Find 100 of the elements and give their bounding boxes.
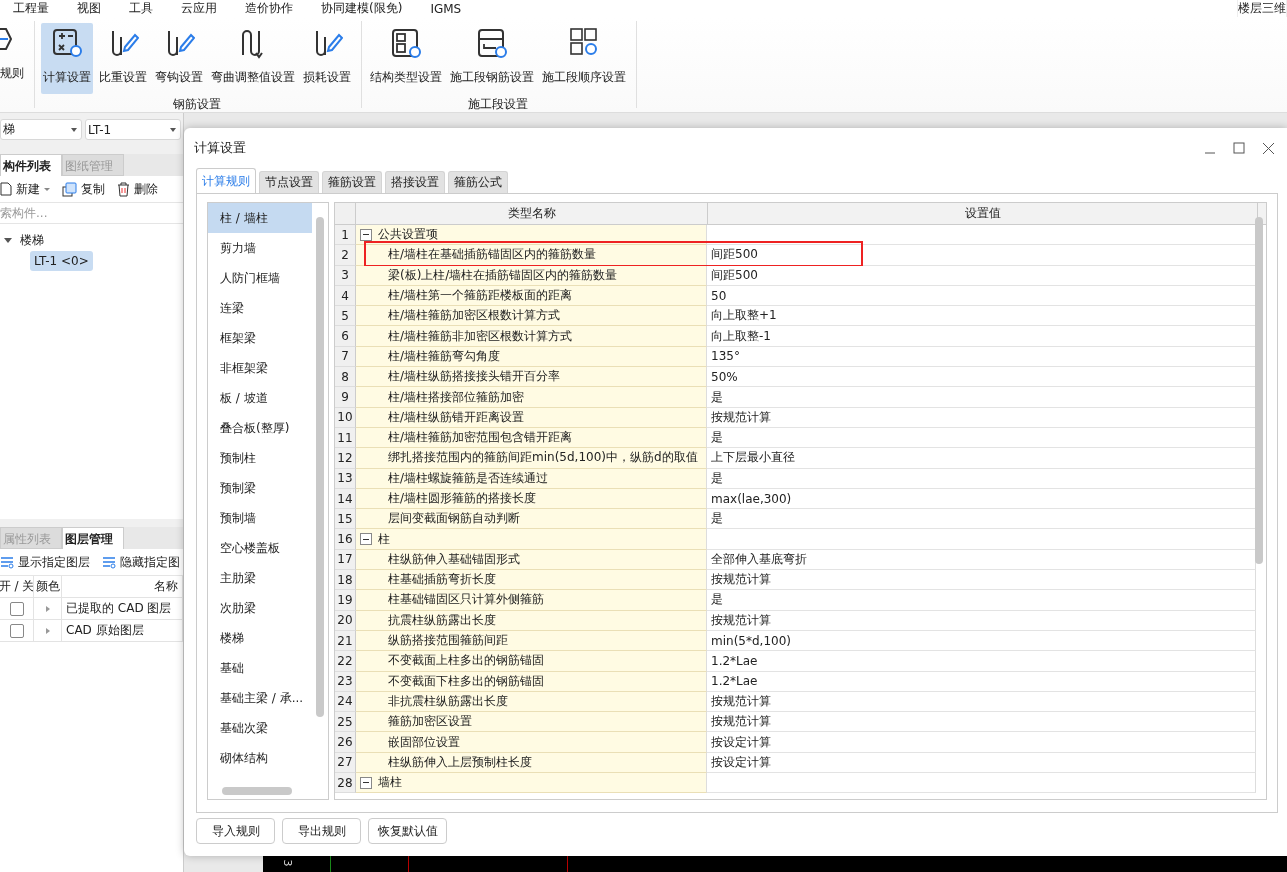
row-number: 5 [335,306,356,327]
canvas[interactable]: 3 [263,856,1287,872]
dialog-button[interactable]: 恢复默认值 [368,818,447,844]
list-item[interactable]: 主肋梁 [208,563,312,593]
toolbar-button[interactable]: 删除 [117,180,158,198]
row-number: 25 [335,712,356,733]
dropdown[interactable]: 梯 [0,119,82,140]
list-item[interactable]: 基础次梁 [208,713,312,743]
tree-item[interactable]: LT-1 <0> [30,251,93,271]
toolbar-label[interactable]: 楼层三维 [1237,0,1287,18]
row-number: 11 [335,427,356,449]
table-cell: 间距500 [707,265,1256,286]
table-cell: min(5*d,100) [707,630,1256,652]
scrollbar[interactable] [222,787,292,795]
panel-tab[interactable]: 构件列表 [0,154,62,176]
menu-item[interactable]: 协同建模(限免) [321,0,403,17]
table-cell: 柱/墙柱箍筋弯勾角度 [356,346,707,368]
table-cell: 柱纵筋伸入基础锚固形式 [356,549,707,571]
column-header: 名称 [62,576,183,597]
caret-icon [71,127,77,132]
table-cell: 1.2*Lae [707,651,1256,672]
list-item[interactable]: 连梁 [208,293,312,323]
row-number: 7 [335,346,356,368]
dropdown[interactable]: LT-1 [85,119,181,140]
list-item[interactable]: 框架梁 [208,323,312,353]
checkbox[interactable] [9,601,24,616]
table-cell: 1.2*Lae [707,671,1256,692]
tree-item[interactable]: 楼梯 [16,228,48,252]
menu-item[interactable]: 造价协作 [245,0,293,17]
expand-arrow-icon[interactable] [4,237,12,243]
tab[interactable]: 节点设置 [259,171,319,193]
list-item[interactable]: 人防门框墙 [208,263,312,293]
column-header: 颜色 [34,576,62,597]
scrollbar[interactable] [316,217,324,717]
toolbar-button[interactable]: 隐藏指定图 [102,553,180,571]
ribbon-button[interactable]: 结构类型设置 [368,23,444,94]
tab[interactable]: 计算规则 [196,168,256,193]
row-number: 26 [335,732,356,753]
list-item[interactable]: 柱 / 墙柱 [208,203,312,233]
table-cell: 柱纵筋伸入上层预制柱长度 [356,752,707,773]
row-number: 9 [335,387,356,408]
list-item[interactable]: 预制墙 [208,503,312,533]
toolbar-button[interactable]: 复制 [62,180,105,198]
menu-item[interactable]: 工程量 [13,0,49,17]
checkbox[interactable] [9,623,24,638]
row-number: 14 [335,488,356,510]
ribbon-button[interactable]: 比重设置 [97,23,149,94]
table-cell: 柱/墙柱箍筋非加密区根数计算方式 [356,326,707,347]
menu-item[interactable]: 云应用 [181,0,217,17]
table-cell: 梁(板)上柱/墙柱在插筋锚固区内的箍筋数量 [356,265,707,286]
row-number: 13 [335,468,356,489]
list-item[interactable]: 剪力墙 [208,233,312,263]
ribbon-button[interactable]: 损耗设置 [301,23,353,94]
row-number: 6 [335,326,356,347]
list-item[interactable]: 叠合板(整厚) [208,413,312,443]
list-item[interactable]: 预制柱 [208,443,312,473]
list-item[interactable]: 板 / 坡道 [208,383,312,413]
column-header: 类型名称 [356,203,708,224]
row-number: 17 [335,549,356,571]
list-item[interactable]: 基础主梁 / 承... [208,683,312,713]
collapse-toggle[interactable] [360,228,372,241]
row-number: 23 [335,671,356,692]
ribbon-button[interactable]: 施工段顺序设置 [540,23,628,94]
list-item[interactable]: 空心楼盖板 [208,533,312,563]
list-item[interactable]: 次肋梁 [208,593,312,623]
maximize-icon[interactable] [1233,142,1245,154]
ribbon-button[interactable]: 弯钩设置 [153,23,205,94]
group-label: 墙柱 [378,774,402,792]
trash-icon [117,181,130,197]
list-item[interactable]: 预制梁 [208,473,312,503]
toolbar-button[interactable]: 显示指定图层 [0,553,90,571]
menu-item[interactable]: IGMS [430,1,462,16]
dialog-button[interactable]: 导入规则 [196,818,275,844]
panel-tab[interactable]: 图层管理 [62,527,124,549]
list-item[interactable]: 基础 [208,653,312,683]
ribbon-button[interactable]: 规则 [0,17,26,112]
collapse-toggle[interactable] [360,776,372,789]
scrollbar[interactable] [1255,217,1263,564]
list-item[interactable]: 楼梯 [208,623,312,653]
tab[interactable]: 搭接设置 [385,171,445,193]
menu-item[interactable]: 视图 [77,0,101,17]
list-item[interactable]: 砌体结构 [208,743,312,773]
dialog-button[interactable]: 导出规则 [282,818,361,844]
tab[interactable]: 箍筋设置 [322,171,382,193]
row-number: 21 [335,630,356,652]
list-item[interactable]: 非框架梁 [208,353,312,383]
row-number: 22 [335,651,356,672]
close-icon[interactable] [1262,141,1275,155]
ribbon-button[interactable]: 计算设置 [41,23,93,94]
table-cell: CAD 原始图层 [62,620,183,641]
toolbar-button[interactable]: 新建 [0,180,50,198]
collapse-toggle[interactable] [360,533,372,546]
menu-item[interactable]: 工具 [129,0,153,17]
table-cell: 柱/墙柱圆形箍筋的搭接长度 [356,488,707,510]
row-number: 1 [335,225,356,246]
axis-label: 3 [280,859,293,867]
ribbon-button[interactable]: 弯曲调整值设置 [209,23,297,94]
tab[interactable]: 箍筋公式 [448,171,508,193]
ribbon-button[interactable]: 施工段钢筋设置 [448,23,536,94]
table-cell: 层间变截面钢筋自动判断 [356,509,707,530]
